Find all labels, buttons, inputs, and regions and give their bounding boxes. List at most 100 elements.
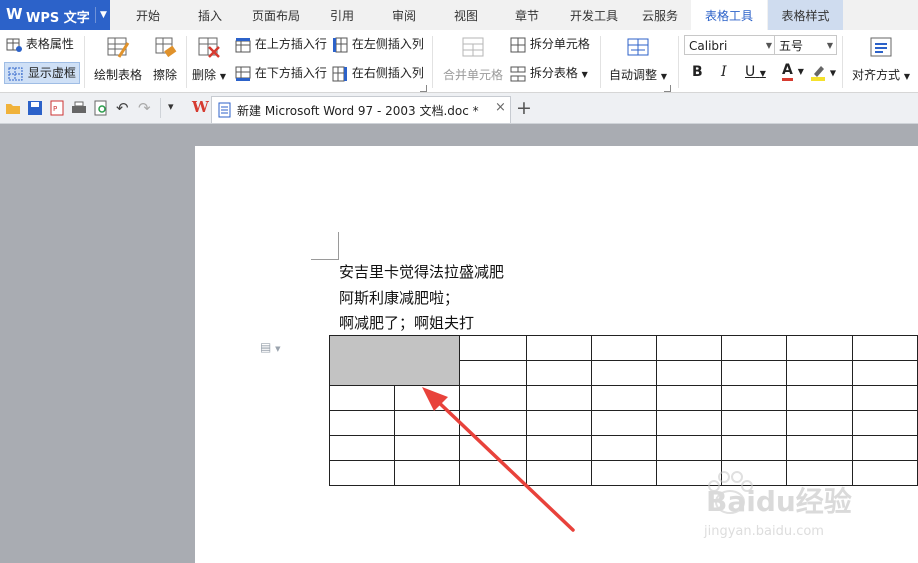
highlighter-icon (811, 66, 825, 81)
table-cell[interactable] (525, 335, 592, 361)
export-pdf-icon[interactable]: P (49, 100, 65, 116)
divider (678, 36, 679, 88)
eraser-button[interactable]: 擦除 (148, 35, 182, 83)
table-cell[interactable] (328, 435, 396, 461)
table-cell[interactable] (656, 335, 723, 361)
font-name-select[interactable]: Calibri ▼ (684, 35, 776, 55)
insert-row-below-button[interactable]: 在下方插入行 (235, 64, 327, 82)
paragraph-handle-icon[interactable]: ▤ ▼ (260, 340, 281, 354)
table-cell[interactable] (851, 410, 918, 436)
open-folder-icon[interactable] (5, 100, 21, 116)
table-cell[interactable] (328, 410, 396, 436)
table-cell[interactable] (656, 385, 723, 411)
redo-icon[interactable]: ↷ (138, 99, 151, 117)
table-cell[interactable] (656, 360, 723, 386)
paragraph-line[interactable]: 啊减肥了；啊姐夫打 (339, 312, 474, 333)
auto-fit-button[interactable]: 自动调整 ▼ (606, 35, 670, 83)
delete-button[interactable]: 删除 ▼ (190, 35, 228, 83)
chevron-down-icon: ▼ (219, 72, 226, 81)
tab-home[interactable]: 开始 (126, 0, 170, 30)
paragraph-line[interactable]: 安吉里卡觉得法拉盛减肥 (339, 261, 504, 282)
insert-col-left-button[interactable]: 在左侧插入列 (332, 35, 424, 53)
table-cell[interactable] (721, 335, 788, 361)
tab-review[interactable]: 审阅 (384, 0, 424, 30)
tab-page-layout[interactable]: 页面布局 (247, 0, 305, 30)
tab-insert[interactable]: 插入 (188, 0, 232, 30)
auto-fit-label: 自动调整 (609, 68, 658, 82)
font-name-value: Calibri (689, 39, 728, 53)
save-icon[interactable] (27, 100, 43, 116)
tab-developer[interactable]: 开发工具 (564, 0, 624, 30)
insert-col-right-button[interactable]: 在右侧插入列 (332, 64, 424, 82)
table-cell[interactable] (459, 335, 527, 361)
table-cell[interactable] (851, 335, 918, 361)
underline-button[interactable]: U ▼ (745, 64, 766, 80)
tab-chapter[interactable]: 章节 (507, 0, 547, 30)
chevron-down-icon: ▼ (581, 70, 588, 79)
wps-brand-icon[interactable]: W (192, 98, 209, 116)
chevron-down-icon: ▼ (903, 72, 910, 81)
table-cell[interactable] (721, 435, 788, 461)
table-cell[interactable] (851, 360, 918, 386)
chevron-down-icon: ▼ (660, 72, 667, 81)
table-properties-button[interactable]: 表格属性 (6, 35, 74, 53)
rows-cols-launcher-icon[interactable] (420, 85, 427, 92)
new-tab-icon[interactable]: + (516, 97, 532, 119)
table-cell[interactable] (590, 360, 658, 386)
tab-view[interactable]: 视图 (446, 0, 486, 30)
table-cell[interactable] (786, 410, 853, 436)
table-cell[interactable] (851, 385, 918, 411)
auto-fit-icon (627, 38, 649, 56)
table-cell[interactable] (786, 435, 853, 461)
draw-table-button[interactable]: 绘制表格 (92, 35, 144, 83)
tab-table-style[interactable]: 表格样式 (768, 0, 843, 30)
align-button[interactable]: 对齐方式 ▼ (848, 35, 914, 83)
tab-references[interactable]: 引用 (322, 0, 362, 30)
customize-qat-icon[interactable]: ▾ (168, 100, 174, 113)
table-cell[interactable] (328, 460, 396, 486)
print-preview-icon[interactable] (93, 100, 109, 116)
tab-table-tools[interactable]: 表格工具 (691, 0, 767, 30)
table-cell[interactable] (328, 385, 396, 411)
italic-button[interactable]: I (721, 64, 727, 80)
split-table-button[interactable]: 拆分表格 ▼ (510, 64, 588, 82)
font-size-select[interactable]: 五号 ▼ (774, 35, 837, 55)
close-tab-icon[interactable]: × (495, 100, 506, 115)
underline-label: U (745, 64, 756, 80)
paragraph-line[interactable]: 阿斯利康减肥啦； (339, 287, 459, 308)
autofit-launcher-icon[interactable] (664, 85, 671, 92)
table-cell[interactable] (786, 360, 853, 386)
insert-row-above-button[interactable]: 在上方插入行 (235, 35, 327, 53)
table-cell[interactable] (590, 385, 658, 411)
table-cell[interactable] (786, 385, 853, 411)
table-cell[interactable] (721, 360, 788, 386)
split-cells-button[interactable]: 拆分单元格 (510, 35, 590, 53)
split-cells-label: 拆分单元格 (529, 37, 590, 51)
document-tab[interactable]: 新建 Microsoft Word 97 - 2003 文档.doc * × (211, 96, 511, 123)
undo-icon[interactable]: ↶ (116, 99, 129, 117)
merge-cells-button[interactable]: 合并单元格 (440, 35, 506, 83)
table-cell[interactable] (721, 410, 788, 436)
table-cell[interactable] (590, 460, 658, 486)
app-menu-button[interactable]: W WPS 文字 ▼ (0, 0, 110, 30)
watermark-url: jingyan.baidu.com (704, 524, 824, 539)
chevron-down-icon[interactable]: ▼ (95, 7, 111, 23)
table-cell[interactable] (851, 435, 918, 461)
table-cell[interactable] (786, 335, 853, 361)
table-cell[interactable] (590, 335, 658, 361)
table-cell[interactable] (590, 410, 658, 436)
table-cell[interactable] (656, 410, 723, 436)
show-gridlines-button[interactable]: 显示虚框 (4, 62, 80, 84)
delete-table-icon (198, 37, 220, 58)
merged-cell[interactable] (328, 335, 461, 386)
font-color-button[interactable]: A ▼ (782, 62, 804, 81)
print-icon[interactable] (71, 100, 87, 116)
bold-button[interactable]: B (692, 64, 703, 80)
table-cell[interactable] (656, 435, 723, 461)
tab-cloud[interactable]: 云服务 (636, 0, 684, 30)
table-cell[interactable] (590, 435, 658, 461)
divider (84, 36, 85, 88)
table-cell[interactable] (721, 385, 788, 411)
svg-text:P: P (53, 105, 57, 113)
highlight-button[interactable]: ▼ (810, 63, 836, 81)
